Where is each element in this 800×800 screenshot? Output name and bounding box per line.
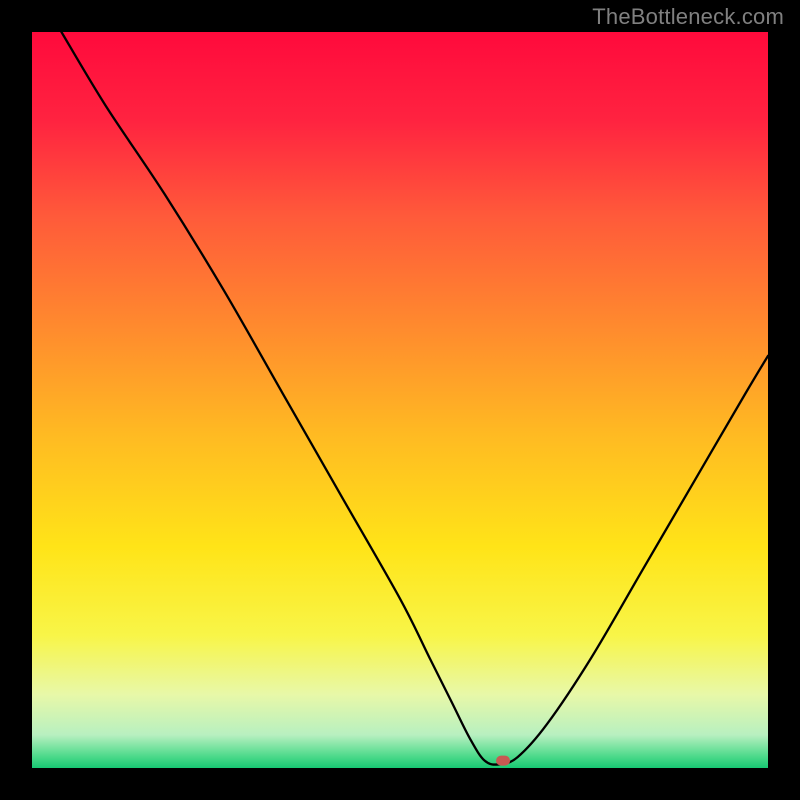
watermark-text: TheBottleneck.com (592, 4, 784, 30)
bottleneck-curve-chart (32, 32, 768, 768)
chart-container: TheBottleneck.com (0, 0, 800, 800)
optimal-point-marker (496, 756, 510, 766)
gradient-background (32, 32, 768, 768)
plot-area (32, 32, 768, 768)
